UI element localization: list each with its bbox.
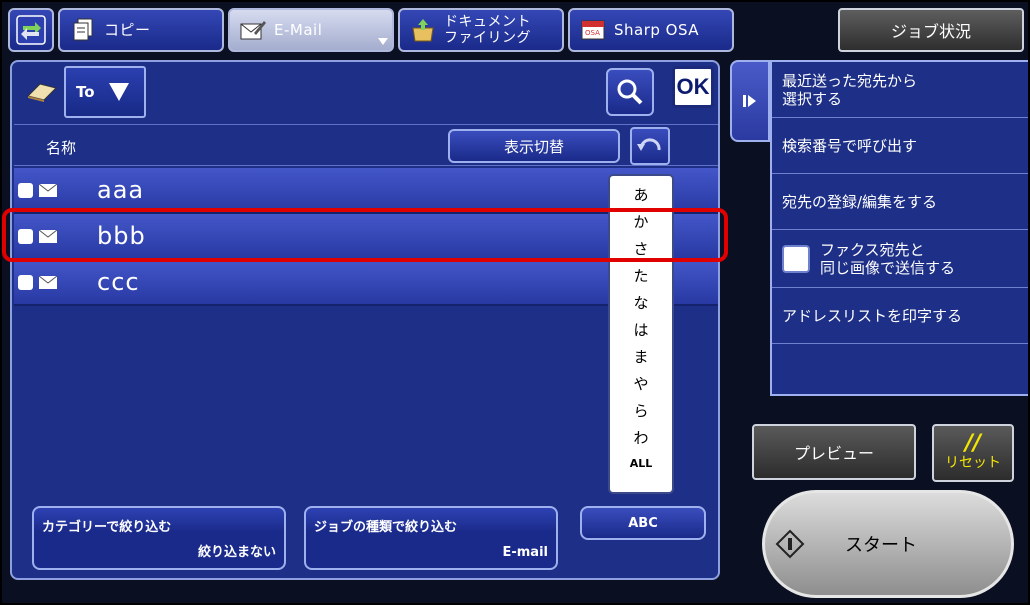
menu-search-number-label: 検索番号で呼び出す xyxy=(782,136,918,155)
recipient-type-arrow-icon xyxy=(108,83,129,101)
email-pen-icon xyxy=(240,17,266,43)
menu-register-edit-label: 宛先の登録/編集をする xyxy=(782,192,938,211)
home-button[interactable] xyxy=(8,8,54,52)
filter-category-title: カテゴリーで絞り込む xyxy=(42,520,172,535)
search-button[interactable] xyxy=(606,68,654,116)
envelope-icon xyxy=(39,183,57,197)
menu-recent-label: 最近送った宛先から 選択する xyxy=(782,72,917,108)
menu-fax-same-line1: ファクス宛先と xyxy=(820,240,925,259)
kana-index-all[interactable]: ALL xyxy=(630,452,653,476)
address-name: ccc xyxy=(97,268,140,296)
ok-button[interactable]: OK xyxy=(672,66,714,108)
kana-index-item[interactable]: な xyxy=(633,290,648,317)
kana-index-item[interactable]: あ xyxy=(633,182,648,209)
address-checkbox[interactable] xyxy=(18,182,33,198)
email-tab[interactable]: E-Mail xyxy=(228,8,394,52)
recipient-type-select[interactable]: To xyxy=(64,66,146,118)
address-name: bbb xyxy=(97,222,146,250)
address-name: aaa xyxy=(97,176,145,204)
undo-icon xyxy=(637,138,661,151)
sharp-osa-tab[interactable]: OSA Sharp OSA xyxy=(568,8,734,52)
email-tab-label: E-Mail xyxy=(274,21,323,39)
kana-index-item[interactable]: さ xyxy=(633,236,648,263)
kana-index-item[interactable]: か xyxy=(633,209,648,236)
dropdown-arrow-icon xyxy=(378,38,388,45)
side-action-menu: 最近送った宛先から 選択する 検索番号で呼び出す 宛先の登録/編集をする ファク… xyxy=(770,60,1028,396)
copy-tab-label: コピー xyxy=(104,21,151,39)
address-book-icon xyxy=(27,83,57,102)
collapse-arrow-icon xyxy=(743,95,756,107)
menu-register-edit[interactable]: 宛先の登録/編集をする xyxy=(772,174,1028,230)
menu-recent-label-line2: 選択する xyxy=(782,89,843,108)
kana-index-item[interactable]: は xyxy=(633,317,648,344)
document-filing-icon xyxy=(410,17,436,43)
side-menu-toggle[interactable] xyxy=(730,60,770,142)
menu-print-address-list[interactable]: アドレスリストを印字する xyxy=(772,288,1028,344)
reset-icon: // xyxy=(964,431,982,456)
address-checkbox[interactable] xyxy=(18,228,33,244)
switch-display-button[interactable]: 表示切替 xyxy=(448,129,620,163)
filter-category-button[interactable]: カテゴリーで絞り込む 絞り込まない xyxy=(32,506,286,570)
menu-fax-same-line2: 同じ画像で送信する xyxy=(820,258,956,277)
job-status-button[interactable]: ジョブ状況 xyxy=(838,8,1024,52)
menu-fax-same-image[interactable]: ファクス宛先と 同じ画像で送信する xyxy=(772,230,1028,288)
start-diamond-icon xyxy=(775,529,805,559)
preview-label: プレビュー xyxy=(793,444,874,463)
kana-index-bar: あ か さ た な は ま や ら わ ALL xyxy=(608,174,674,494)
document-filing-tab[interactable]: ドキュメント ファイリング xyxy=(398,8,564,52)
filter-job-type-button[interactable]: ジョブの種類で絞り込む E-mail xyxy=(304,506,558,570)
sharp-osa-label: Sharp OSA xyxy=(614,21,700,39)
kana-index-item[interactable]: わ xyxy=(633,425,648,452)
menu-search-number[interactable]: 検索番号で呼び出す xyxy=(772,118,1028,174)
kana-index-item[interactable]: ま xyxy=(633,344,648,371)
abc-index-label: ABC xyxy=(628,515,658,531)
address-panel-toolbar: To OK xyxy=(12,62,718,120)
ok-label: OK xyxy=(676,74,710,99)
recipient-type-label: To xyxy=(76,83,95,101)
filter-job-type-title: ジョブの種類で絞り込む xyxy=(314,520,458,535)
menu-fax-same-image-label: ファクス宛先と 同じ画像で送信する xyxy=(820,241,955,277)
address-book-panel: To OK 名称 表示切替 aaa bbb ccc あ か さ た な は ま … xyxy=(10,60,720,580)
document-filing-label: ドキュメント ファイリング xyxy=(444,14,531,46)
sharp-osa-icon: OSA xyxy=(580,17,606,43)
envelope-icon xyxy=(39,275,57,289)
copy-tab[interactable]: コピー xyxy=(58,8,224,52)
address-checkbox[interactable] xyxy=(18,274,33,290)
fax-same-image-checkbox[interactable] xyxy=(782,244,810,273)
document-filing-label-line2: ファイリング xyxy=(444,30,531,46)
search-icon xyxy=(617,79,643,105)
start-button[interactable]: スタート xyxy=(762,490,1014,598)
envelope-icon xyxy=(39,229,57,243)
undo-button[interactable] xyxy=(630,127,670,165)
menu-print-address-list-label: アドレスリストを印字する xyxy=(782,306,963,325)
filter-category-value: 絞り込まない xyxy=(197,545,276,560)
reset-label: リセット xyxy=(945,455,1001,471)
kana-index-item[interactable]: ら xyxy=(633,398,648,425)
menu-recent-destinations[interactable]: 最近送った宛先から 選択する xyxy=(772,62,1028,118)
document-filing-label-line1: ドキュメント xyxy=(444,14,531,30)
screen: コピー E-Mail ドキュメント ファイリング OSA Sharp OSA ジ… xyxy=(0,0,1030,605)
kana-index-item[interactable]: や xyxy=(633,371,648,398)
menu-recent-label-line1: 最近送った宛先から xyxy=(782,71,918,90)
column-name-header: 名称 xyxy=(46,139,77,157)
home-arrows-icon xyxy=(16,15,46,45)
preview-button[interactable]: プレビュー xyxy=(752,424,916,480)
copy-icon xyxy=(70,17,96,43)
kana-index-item[interactable]: た xyxy=(633,263,648,290)
start-label: スタート xyxy=(845,535,917,556)
filter-job-type-value: E-mail xyxy=(502,545,548,560)
reset-button[interactable]: // リセット xyxy=(932,424,1014,482)
job-status-label: ジョブ状況 xyxy=(890,22,971,41)
mode-tab-bar: コピー E-Mail ドキュメント ファイリング OSA Sharp OSA ジ… xyxy=(2,2,1028,58)
switch-display-label: 表示切替 xyxy=(503,137,564,156)
svg-text:OSA: OSA xyxy=(585,29,600,37)
list-header: 名称 表示切替 xyxy=(14,124,718,166)
abc-index-button[interactable]: ABC xyxy=(580,506,706,540)
